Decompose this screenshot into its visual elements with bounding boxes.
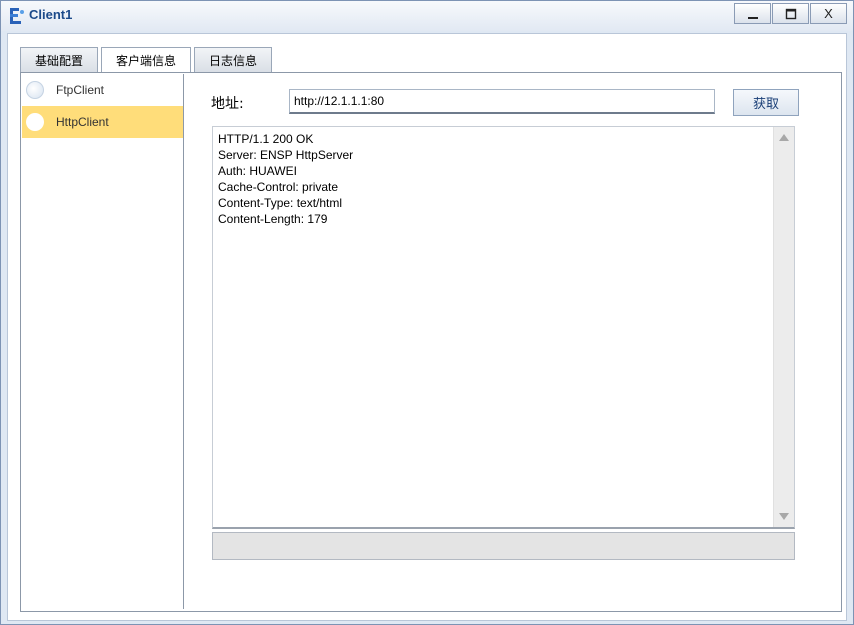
- close-button[interactable]: X: [810, 3, 847, 24]
- title-bar[interactable]: Client1 X: [1, 1, 853, 31]
- list-item-label: HttpClient: [56, 115, 109, 129]
- minimize-button[interactable]: [734, 3, 771, 24]
- response-line: Server: ENSP HttpServer: [218, 148, 354, 162]
- client1-window: Client1 X 基础配置 客户端信息 日志信息 FtpClient Http…: [0, 0, 854, 625]
- tab-basic-config[interactable]: 基础配置: [20, 47, 99, 72]
- list-item-label: FtpClient: [56, 83, 105, 97]
- minimize-icon: [747, 16, 758, 19]
- ftp-client-icon: [26, 81, 44, 99]
- address-input[interactable]: [289, 89, 715, 114]
- network-client-icon: [9, 7, 25, 25]
- tab-strip: 基础配置 客户端信息 日志信息: [20, 47, 275, 73]
- response-text: HTTP/1.1 200 OK Server: ENSP HttpServer …: [218, 131, 353, 227]
- response-line: Auth: HUAWEI: [218, 164, 297, 178]
- list-item-ftpclient[interactable]: FtpClient: [22, 74, 183, 106]
- response-line: Content-Type: text/html: [218, 196, 343, 210]
- response-output[interactable]: HTTP/1.1 200 OK Server: ENSP HttpServer …: [212, 126, 795, 529]
- client-info-panel: FtpClient HttpClient 地址: 获取 HTTP/1.1 200…: [20, 72, 842, 612]
- maximize-icon: [785, 8, 796, 19]
- status-bar: [212, 532, 795, 560]
- response-line: HTTP/1.1 200 OK: [218, 132, 314, 146]
- list-item-httpclient[interactable]: HttpClient: [22, 106, 183, 138]
- client-area: 基础配置 客户端信息 日志信息 FtpClient HttpClient 地址:…: [7, 33, 847, 621]
- http-client-icon: [26, 113, 44, 131]
- client-type-list: FtpClient HttpClient: [22, 74, 184, 609]
- maximize-button[interactable]: [772, 3, 809, 24]
- close-icon: X: [824, 6, 833, 21]
- response-line: Cache-Control: private: [218, 180, 339, 194]
- window-title: Client1: [29, 7, 73, 22]
- vertical-scrollbar[interactable]: [773, 127, 794, 527]
- scroll-down-icon[interactable]: [779, 513, 789, 520]
- tab-client-info[interactable]: 客户端信息: [101, 47, 192, 73]
- response-line: Content-Length: 179: [218, 212, 328, 226]
- tab-log-info[interactable]: 日志信息: [194, 47, 273, 72]
- window-controls: X: [733, 3, 847, 24]
- scroll-up-icon[interactable]: [779, 134, 789, 141]
- address-label: 地址:: [211, 96, 244, 112]
- fetch-button[interactable]: 获取: [733, 89, 799, 116]
